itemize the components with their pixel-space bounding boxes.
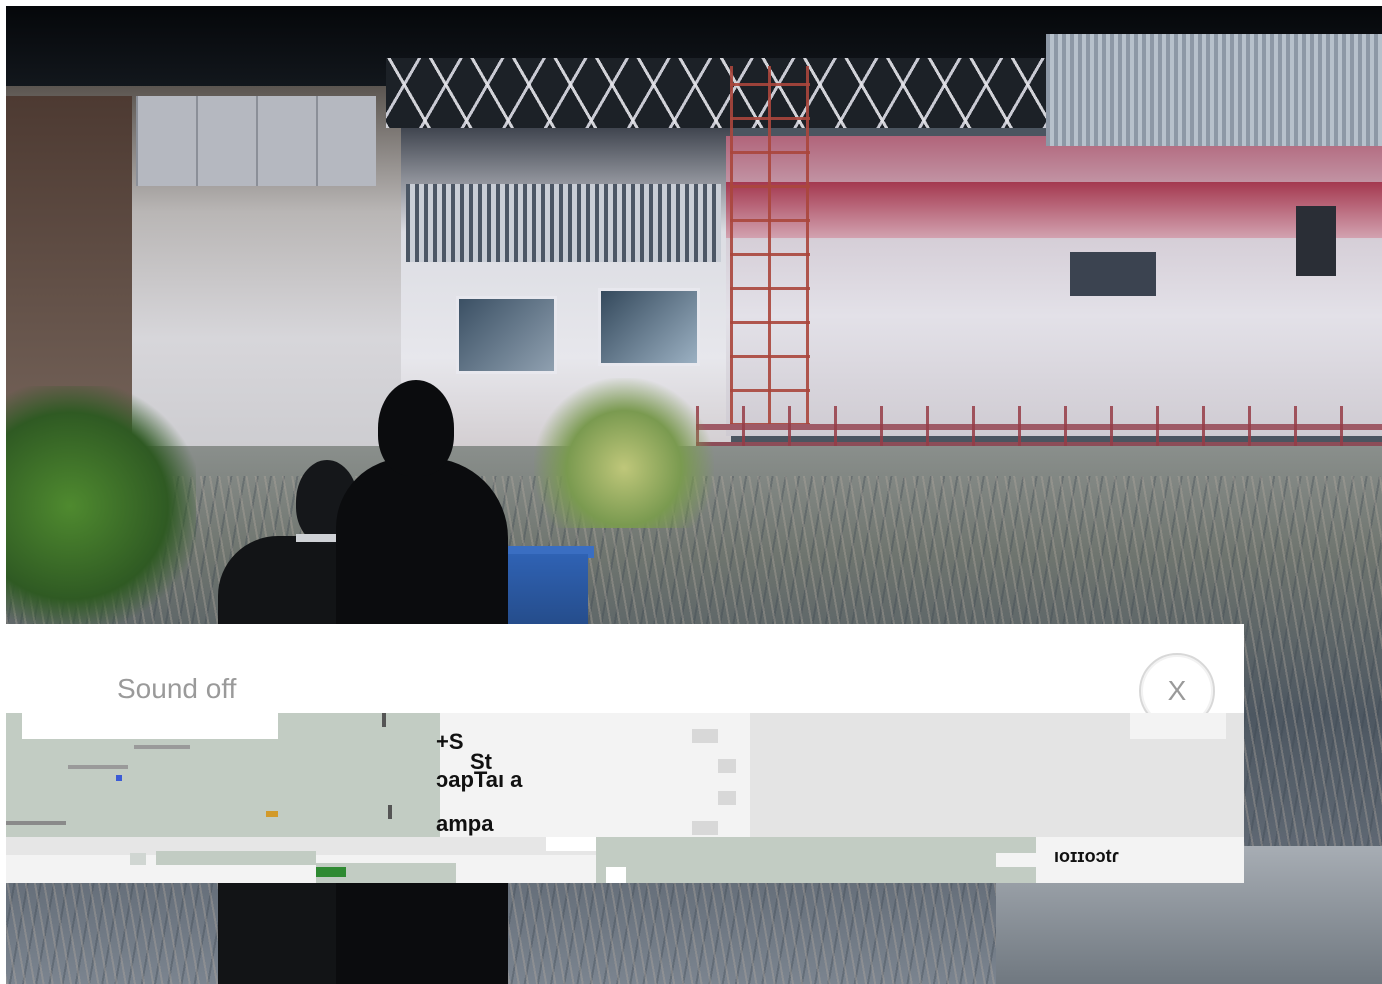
glitch-block (388, 805, 392, 819)
glitch-text-fragment: ɔapTaı a (436, 767, 523, 792)
video-frame: Sound off X +S St ɔapTaı a ampa ıoɪɪoɔtɾ (6, 6, 1382, 984)
blue-bin (496, 554, 588, 634)
glitch-block (546, 837, 596, 851)
corrugated-roof (1046, 34, 1382, 146)
glitch-block (1130, 713, 1226, 739)
red-steel-beam (726, 182, 1382, 238)
corrupted-render-band: +S St ɔapTaı a ampa ıoɪɪoɔtɾ (6, 713, 1244, 883)
palm-shrub (534, 378, 714, 528)
window-right (598, 288, 700, 366)
glitch-block (266, 811, 278, 817)
sound-off-overlay: Sound off X +S St ɔapTaı a ampa ıoɪɪoɔtɾ (6, 624, 1244, 883)
window-narrow (1296, 206, 1336, 276)
person-short-collar (296, 534, 340, 542)
glitch-block (996, 853, 1056, 867)
window-left (456, 296, 557, 374)
glitch-block (316, 867, 346, 877)
glitch-block (718, 759, 736, 773)
glitch-block (68, 765, 128, 769)
glitch-block (692, 821, 718, 835)
close-icon: X (1167, 675, 1187, 706)
scaffolding (730, 66, 810, 426)
glitch-block (130, 853, 146, 865)
building-left-windows (136, 96, 376, 186)
glitch-block (6, 821, 66, 825)
glitch-text-fragment: +S (436, 729, 464, 754)
glitch-text-fragment: ıoɪɪoɔtɾ (1054, 846, 1119, 866)
tree-foliage (6, 386, 196, 626)
building-right (726, 136, 1382, 436)
roof-truss (386, 58, 1046, 128)
louvered-vent (406, 184, 721, 262)
glitch-text-fragment: ampa (436, 811, 494, 836)
glitch-block (382, 713, 386, 727)
glitch-block (134, 745, 190, 749)
glitch-block (596, 837, 1036, 883)
glitch-block (692, 729, 718, 743)
glitch-block (156, 851, 316, 865)
person-tall-head (378, 380, 454, 476)
window-dark (1070, 252, 1156, 296)
glitch-block (718, 791, 736, 805)
glitch-block (606, 867, 626, 883)
sound-off-label: Sound off (117, 673, 237, 704)
glitch-block (22, 713, 278, 739)
glitch-block (116, 775, 122, 781)
